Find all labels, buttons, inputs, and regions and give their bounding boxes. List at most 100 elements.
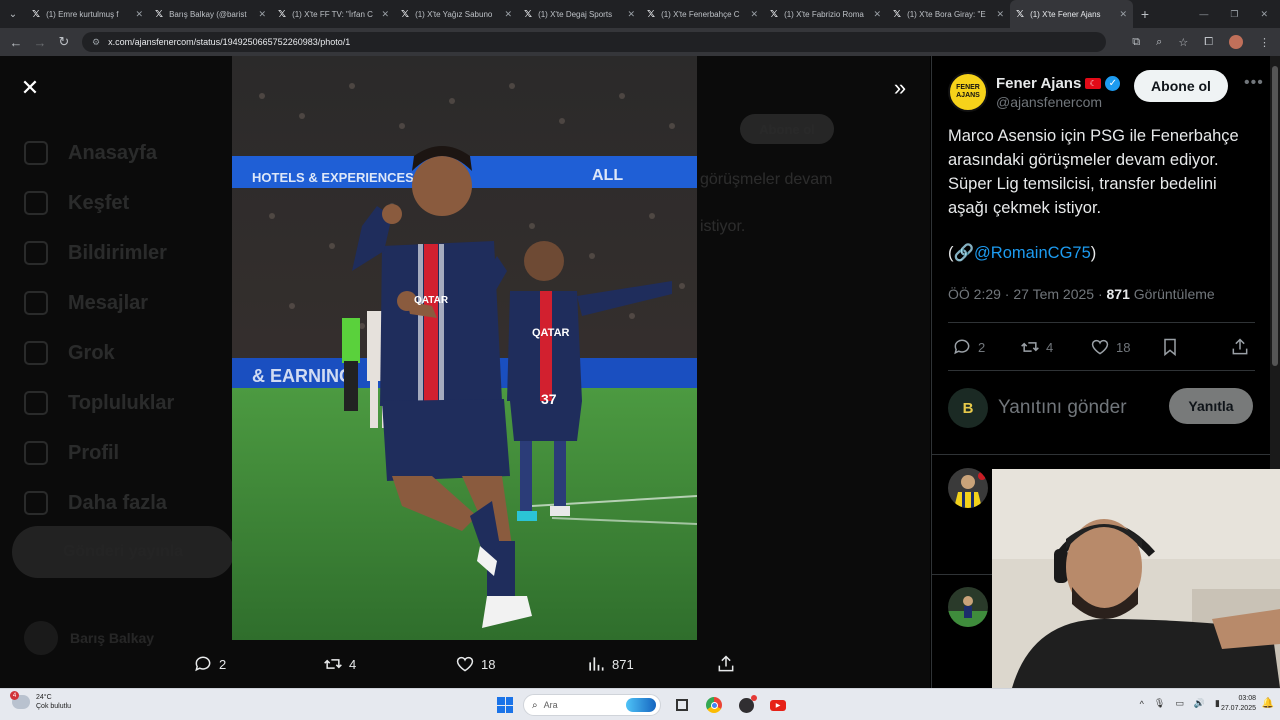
browser-tab[interactable]: 𝕏 (1) X'te Degaj Sports ✕	[518, 0, 641, 28]
tab-title: (1) Emre kurtulmuş f	[46, 9, 119, 19]
background-text-1: görüşmeler devam	[700, 171, 833, 188]
tweet-author-row: FENER AJANS Fener Ajans ☾ ✓ @ajansfenerc…	[948, 70, 1263, 114]
system-tray: ^ 🎙 ▭ 🔊 ▮	[1140, 698, 1220, 709]
chrome-app-icon[interactable]	[703, 694, 725, 716]
browser-tab[interactable]: 𝕏 Barış Balkay (@barist ✕	[149, 0, 272, 28]
profile-avatar[interactable]	[1229, 35, 1243, 49]
viewer-views-button[interactable]: 871	[586, 648, 634, 680]
bookmark-star-icon[interactable]: ☆	[1178, 36, 1188, 49]
battery-icon[interactable]: ▮	[1215, 698, 1220, 709]
author-name-row[interactable]: Fener Ajans ☾ ✓	[996, 74, 1121, 92]
taskbar-clock[interactable]: 03:08 27.07.2025	[1221, 694, 1256, 714]
share-button[interactable]	[1230, 332, 1250, 362]
tab-close-icon[interactable]: ✕	[750, 9, 758, 20]
reply-avatar-image	[948, 468, 988, 508]
browser-tab[interactable]: 𝕏 (1) X'te Fenerbahçe C ✕	[641, 0, 764, 28]
reply-input[interactable]: Yanıtını gönder	[998, 397, 1127, 419]
heart-icon	[456, 656, 474, 672]
youtube-app-icon[interactable]: ▶	[767, 694, 789, 716]
viewer-reply-button[interactable]: 2	[193, 648, 226, 680]
tweet-credit: (🔗@RomainCG75)	[948, 244, 1096, 263]
tab-close-icon[interactable]: ✕	[873, 9, 881, 20]
tab-search-icon[interactable]: ⌄	[0, 0, 26, 28]
tweet-photo[interactable]: HOTELS & EXPERIENCES ALL & EARNING QATAR…	[232, 56, 697, 640]
browser-tab[interactable]: 𝕏 (1) Emre kurtulmuş f ✕	[26, 0, 149, 28]
install-app-icon[interactable]: ⧉	[1132, 36, 1140, 49]
reply-submit-button[interactable]: Yanıtla	[1169, 388, 1253, 424]
network-icon[interactable]: ▭	[1175, 698, 1184, 709]
microphone-icon[interactable]: 🎙	[1154, 698, 1165, 709]
my-avatar[interactable]: B	[948, 388, 988, 428]
forward-icon[interactable]: →	[28, 35, 52, 50]
collapse-panel-button[interactable]: »	[886, 74, 914, 102]
follow-button[interactable]: Abone ol	[1134, 70, 1228, 102]
tab-title: (1) X'te Fenerbahçe C	[661, 9, 740, 19]
tweet-time[interactable]: ÖÖ 2:29 · 27 Tem 2025 ·	[948, 286, 1107, 302]
start-button-icon[interactable]	[497, 697, 513, 713]
tab-close-icon[interactable]: ✕	[996, 9, 1004, 20]
toolbar-actions: ⧉ ⌕ ☆ ⧠ ⋮	[1132, 35, 1280, 49]
zoom-icon[interactable]: ⌕	[1156, 36, 1162, 49]
author-handle[interactable]: @ajansfenercom	[996, 94, 1120, 110]
photo-image: HOTELS & EXPERIENCES ALL & EARNING QATAR…	[232, 56, 697, 640]
tab-title: (1) X'te Degaj Sports	[538, 9, 613, 19]
x-logo-icon: 𝕏	[893, 8, 902, 20]
tab-close-icon[interactable]: ✕	[1119, 9, 1127, 20]
viewer-repost-button[interactable]: 4	[323, 648, 356, 680]
taskbar-search[interactable]: ⌕ Ara	[523, 694, 661, 716]
tab-close-icon[interactable]: ✕	[627, 9, 635, 20]
browser-tab[interactable]: 𝕏 (1) X'te FF TV: "İrfan C ✕	[272, 0, 395, 28]
background-nav-label: Mesajlar	[68, 291, 149, 314]
section-separator	[932, 454, 1270, 455]
viewer-like-button[interactable]: 18	[455, 648, 495, 680]
viewer-repost-count: 4	[349, 656, 357, 672]
repost-button[interactable]: 4	[1020, 332, 1053, 362]
notifications-icon[interactable]: 🔔	[1262, 698, 1274, 709]
reply-button[interactable]: 2	[952, 332, 985, 362]
weather-temp: 24°C	[36, 694, 52, 701]
like-count: 18	[1116, 339, 1131, 355]
reload-icon[interactable]: ↻	[52, 34, 76, 50]
new-tab-button[interactable]: +	[1133, 6, 1157, 22]
notification-badge: 4	[10, 691, 19, 700]
background-nav-item: Daha fazla	[24, 478, 174, 528]
back-icon[interactable]: ←	[4, 35, 28, 50]
tab-close-icon[interactable]: ✕	[504, 9, 512, 20]
like-button[interactable]: 18	[1090, 332, 1130, 362]
address-bar[interactable]: ⚙ x.com/ajansfenercom/status/19492506657…	[82, 32, 1106, 52]
close-window-icon[interactable]: ✕	[1260, 9, 1268, 20]
viewer-reply-count: 2	[219, 656, 227, 672]
tab-close-icon[interactable]: ✕	[135, 9, 143, 20]
author-name: Fener Ajans	[996, 74, 1082, 92]
tab-close-icon[interactable]: ✕	[381, 9, 389, 20]
tray-expand-icon[interactable]: ^	[1140, 699, 1144, 709]
extensions-icon[interactable]: ⧠	[1204, 36, 1213, 49]
weather-widget[interactable]: 4 24°C Çok bulutlu	[10, 691, 71, 711]
site-info-icon[interactable]: ⚙	[92, 37, 100, 48]
browser-tab[interactable]: 𝕏 (1) X'te Fener Ajans ✕	[1010, 0, 1133, 28]
obs-app-icon[interactable]	[735, 694, 757, 716]
chrome-menu-icon[interactable]: ⋮	[1259, 36, 1270, 49]
tweet-views-count: 871	[1106, 286, 1130, 302]
bookmark-button[interactable]	[1160, 332, 1180, 362]
credit-open: (🔗	[948, 244, 975, 262]
repost-icon	[1021, 342, 1039, 352]
close-viewer-button[interactable]: ✕	[16, 74, 44, 102]
viewer-share-button[interactable]	[716, 648, 736, 680]
webcam-overlay	[992, 469, 1280, 688]
restore-icon[interactable]: ❐	[1230, 9, 1238, 20]
tab-close-icon[interactable]: ✕	[258, 9, 266, 20]
volume-icon[interactable]: 🔊	[1194, 698, 1205, 709]
reply-author-avatar[interactable]	[948, 587, 988, 627]
browser-tab[interactable]: 𝕏 (1) X'te Bora Giray: "E ✕	[887, 0, 1010, 28]
scrollbar-thumb[interactable]	[1272, 66, 1278, 366]
reply-author-avatar[interactable]	[948, 468, 988, 508]
task-view-icon[interactable]	[671, 694, 693, 716]
browser-tab[interactable]: 𝕏 (1) X'te Yağız Sabuno ✕	[395, 0, 518, 28]
credit-mention-link[interactable]: @RomainCG75	[974, 244, 1091, 262]
minimize-icon[interactable]: —	[1199, 9, 1208, 20]
author-avatar[interactable]: FENER AJANS	[948, 72, 988, 112]
more-options-icon[interactable]: •••	[1244, 74, 1264, 92]
browser-tab[interactable]: 𝕏 (1) X'te Fabrizio Roma ✕	[764, 0, 887, 28]
background-nav: Anasayfa Keşfet Bildirimler Mesajlar Grok Top…	[24, 128, 174, 528]
